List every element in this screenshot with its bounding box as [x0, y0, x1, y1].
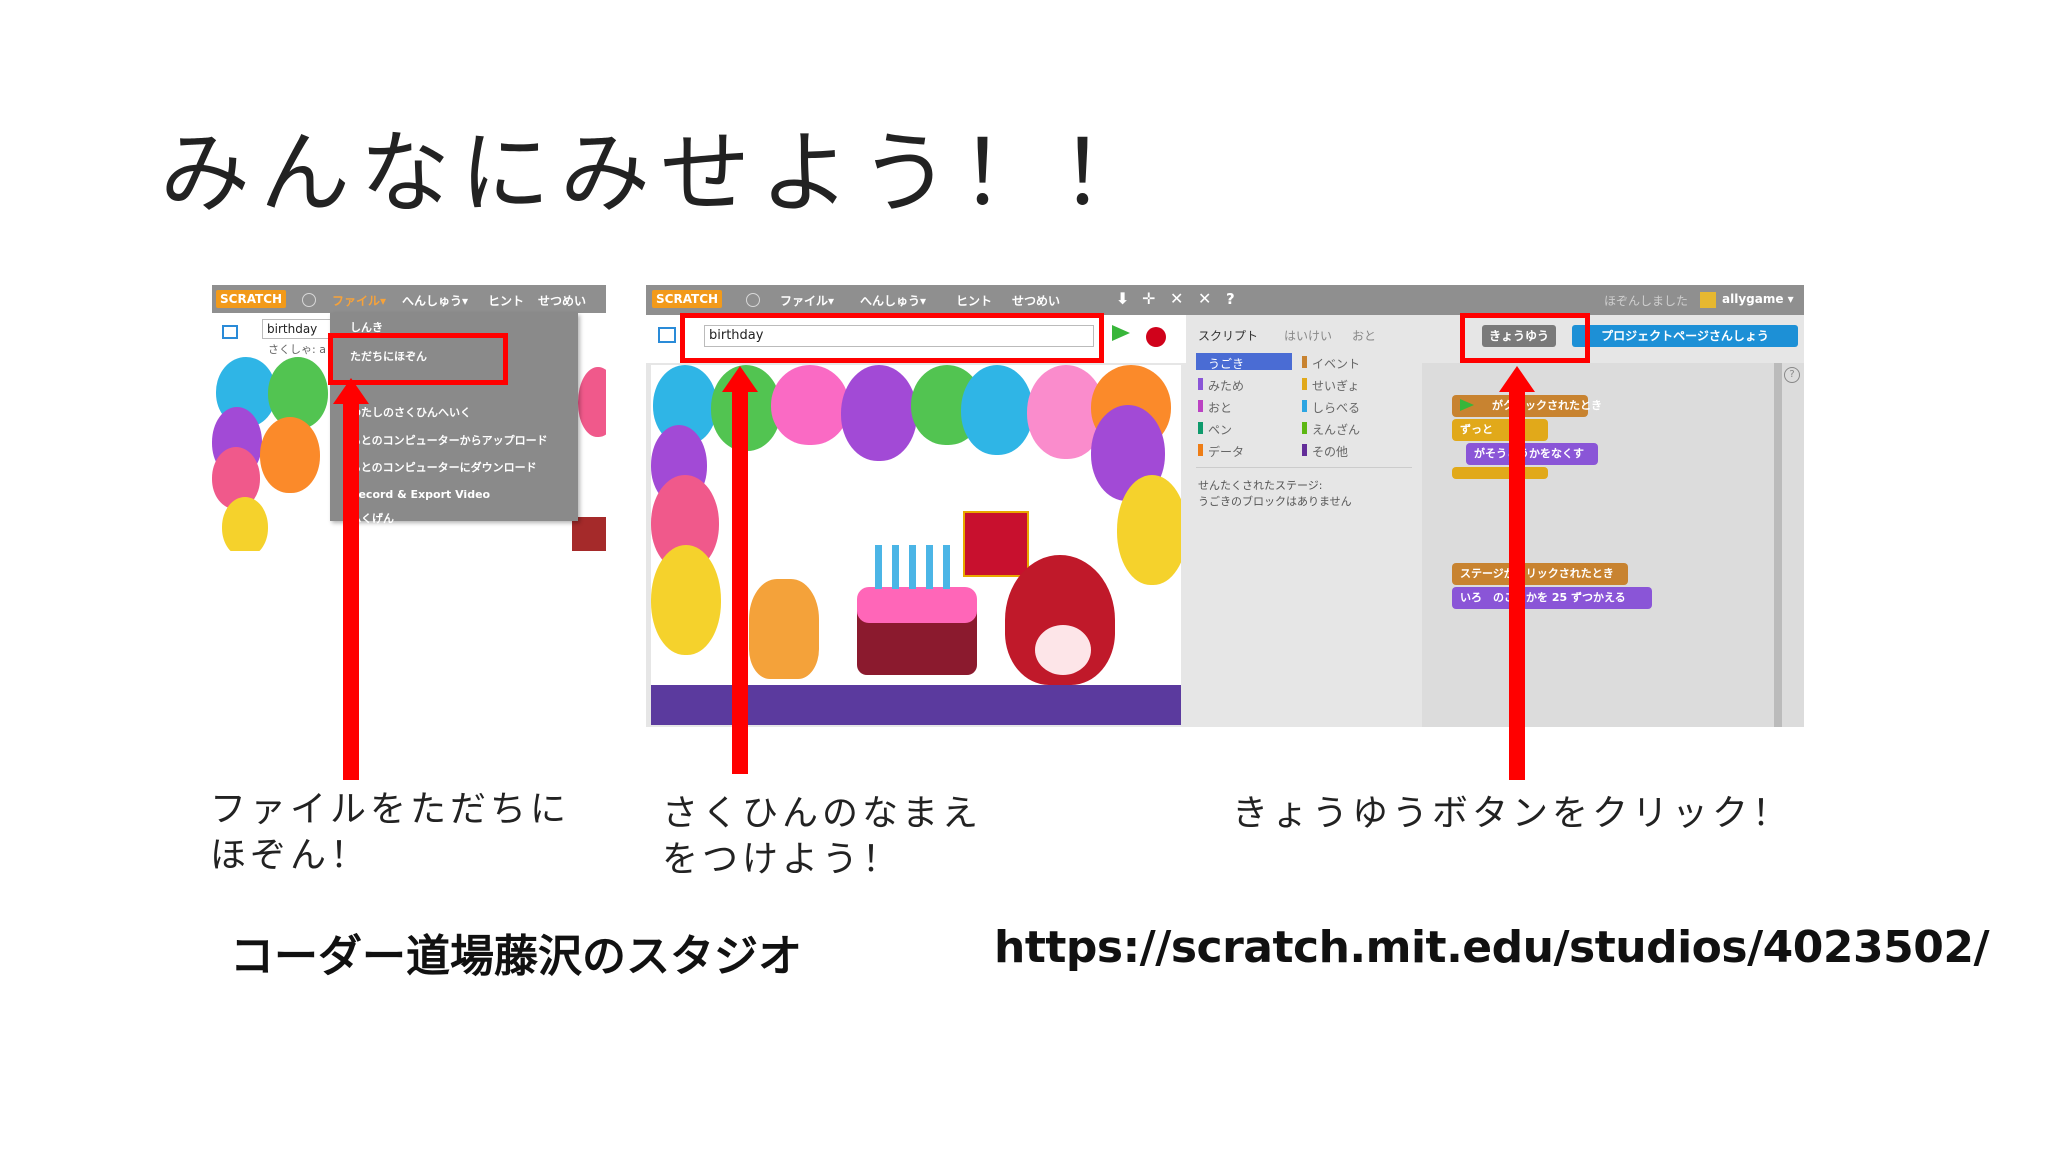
balloon: [771, 365, 849, 445]
project-page-button[interactable]: プロジェクトページさんしょう: [1572, 325, 1798, 347]
right-menubar: SCRATCH ファイル▾ へんしゅう▾ ヒント せつめい ⬇ ✛ ✕ ✕ ? …: [646, 285, 1804, 315]
selected-stage-line2: うごきのブロックはありません: [1198, 495, 1352, 508]
stage-icon[interactable]: [222, 325, 238, 339]
caption-save-line1: ファイルをただちに: [210, 789, 571, 830]
category-operators[interactable]: えんざん: [1301, 421, 1360, 438]
saved-status: ほぞんしました: [1604, 294, 1689, 308]
balloon: [961, 365, 1033, 455]
left-stage-floor: [572, 517, 606, 551]
author-label: さくしゃ: a: [268, 343, 326, 356]
balloon: [841, 365, 917, 461]
arrow-share-button: [1509, 390, 1525, 780]
menu-file[interactable]: ファイル▾: [332, 292, 386, 309]
block-clear-effects[interactable]: がそうこうかをなくす: [1466, 443, 1598, 465]
category-sound[interactable]: おと: [1197, 399, 1232, 416]
caption-name-line1: さくひんのなまえ: [662, 793, 983, 834]
menu-item-upload[interactable]: もとのコンピューターからアップロード: [350, 432, 548, 448]
menu-about[interactable]: せつめい: [538, 292, 586, 309]
green-flag-icon[interactable]: [1112, 325, 1130, 341]
username-menu[interactable]: allygame ▾: [1722, 292, 1794, 306]
menu-edit[interactable]: へんしゅう▾: [402, 292, 468, 309]
menu-item-record-video[interactable]: Record & Export Video: [350, 488, 490, 501]
category-pen[interactable]: ペン: [1197, 421, 1232, 438]
block-change-effect[interactable]: いろ のこうかを 25 ずつかえる: [1452, 587, 1652, 609]
arrow-project-name: [732, 390, 748, 774]
menu-tips[interactable]: ヒント: [956, 292, 992, 309]
arrow-save-now: [343, 400, 359, 780]
tab-sounds[interactable]: おと: [1352, 327, 1376, 344]
category-more[interactable]: その他: [1301, 443, 1348, 460]
caption-save-line2: ほぞん！: [210, 835, 371, 876]
shrink-icon[interactable]: ✕: [1170, 289, 1183, 308]
category-events[interactable]: イベント: [1301, 355, 1360, 372]
help-circle-icon[interactable]: ?: [1784, 367, 1800, 383]
menu-file[interactable]: ファイル▾: [780, 292, 834, 309]
stop-icon[interactable]: [1146, 327, 1166, 347]
menu-about[interactable]: せつめい: [1012, 292, 1060, 309]
block-forever[interactable]: ずっと: [1452, 419, 1548, 441]
balloon: [260, 417, 320, 493]
balloon: [222, 497, 268, 551]
footer-studio-url[interactable]: https://scratch.mit.edu/studios/4023502/: [994, 922, 1990, 973]
footer-studio-name: コーダー道場藤沢のスタジオ: [230, 931, 802, 982]
balloon: [578, 367, 606, 437]
menu-edit[interactable]: へんしゅう▾: [860, 292, 926, 309]
block-when-stage-clicked[interactable]: ステージがクリックされたとき: [1452, 563, 1628, 585]
scratch-logo[interactable]: SCRATCH: [652, 290, 723, 308]
flag-icon: [1460, 399, 1474, 411]
scrollbar[interactable]: [1774, 363, 1782, 727]
arrow-head: [722, 366, 758, 392]
caption-share: きょうゆうボタンをクリック！: [1232, 793, 1793, 834]
user-avatar[interactable]: [1700, 292, 1716, 308]
globe-icon[interactable]: [746, 293, 760, 307]
balloon: [1117, 475, 1181, 585]
stamp-icon[interactable]: ⬇: [1116, 289, 1129, 308]
red-sprite-face: [1035, 625, 1091, 675]
menu-tips[interactable]: ヒント: [488, 292, 524, 309]
left-screenshot: SCRATCH ファイル▾ へんしゅう▾ ヒント せつめい birthday さ…: [212, 285, 606, 551]
right-stage: [651, 365, 1181, 725]
slide-title: みんなにみせよう！！: [160, 121, 1160, 226]
highlight-share-button: [1460, 313, 1590, 363]
left-menubar: SCRATCH ファイル▾ へんしゅう▾ ヒント せつめい: [212, 285, 606, 313]
present: [963, 511, 1029, 577]
grow-icon[interactable]: ✛: [1142, 289, 1155, 308]
stage-icon[interactable]: [658, 327, 676, 343]
script-area: がクリックされたとき ずっと がそうこうかをなくす ステージがクリックされたとき…: [1422, 363, 1804, 727]
category-control[interactable]: せいぎょ: [1301, 377, 1359, 394]
expand-icon[interactable]: ✕: [1198, 289, 1211, 308]
highlight-project-name: [680, 313, 1104, 363]
tab-scripts[interactable]: スクリプト: [1198, 327, 1258, 344]
cake-icing: [857, 587, 977, 623]
balloon: [651, 545, 721, 655]
candles: [875, 545, 959, 589]
cat-sprite: [749, 579, 819, 679]
caption-name-line2: をつけよう！: [662, 839, 903, 880]
category-motion[interactable]: うごき: [1197, 355, 1244, 372]
menu-item-my-stuff[interactable]: わたしのさくひんへいく: [350, 404, 471, 420]
menu-item-download[interactable]: もとのコンピューターにダウンロード: [350, 459, 537, 475]
stage-floor: [651, 685, 1181, 725]
category-looks[interactable]: みため: [1197, 377, 1244, 394]
arrow-head: [333, 378, 369, 404]
selected-stage-line1: せんたくされたステージ:: [1198, 479, 1323, 492]
globe-icon[interactable]: [302, 293, 316, 307]
category-data[interactable]: データ: [1197, 443, 1244, 460]
block-forever-end: [1452, 467, 1548, 479]
help-icon[interactable]: ?: [1226, 290, 1235, 308]
palette-divider: [1196, 467, 1412, 468]
scratch-logo[interactable]: SCRATCH: [216, 290, 287, 308]
block-palette: スクリプト はいけい おと うごき みため おと ペン データ イベント せいぎ…: [1186, 315, 1422, 727]
arrow-head: [1499, 366, 1535, 392]
tab-backdrops[interactable]: はいけい: [1284, 327, 1332, 344]
category-sensing[interactable]: しらべる: [1301, 399, 1360, 416]
